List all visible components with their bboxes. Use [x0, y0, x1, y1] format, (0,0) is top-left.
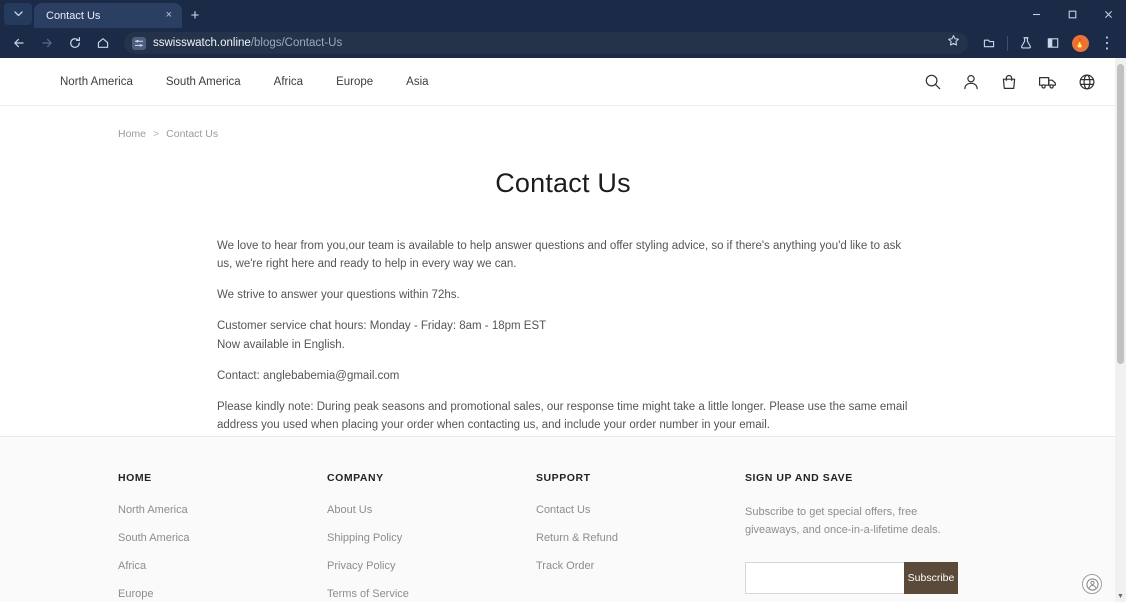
page-title: Contact Us — [495, 168, 631, 198]
reload-icon[interactable] — [62, 31, 88, 55]
primary-navigation: North America South America Africa Europ… — [60, 76, 429, 88]
nav-item-north-america[interactable]: North America — [60, 76, 133, 88]
window-minimize-button[interactable] — [1018, 0, 1054, 28]
shipping-truck-icon[interactable] — [1038, 73, 1058, 91]
chat-hours-line: Customer service chat hours: Monday - Fr… — [217, 320, 547, 333]
tab-close-icon[interactable]: × — [164, 10, 174, 21]
footer-link-track-order[interactable]: Track Order — [536, 560, 745, 572]
flask-icon[interactable] — [1013, 31, 1039, 55]
footer-link-about-us[interactable]: About Us — [327, 504, 536, 516]
footer-column-signup: SIGN UP AND SAVE Subscribe to get specia… — [745, 472, 1005, 602]
scrollbar-thumb[interactable] — [1117, 64, 1124, 364]
window-maximize-button[interactable] — [1054, 0, 1090, 28]
footer-link-south-america[interactable]: South America — [118, 532, 327, 544]
nav-item-south-america[interactable]: South America — [166, 76, 241, 88]
toolbar-right-actions: 🔥 ⋮ — [976, 31, 1120, 55]
back-icon[interactable] — [6, 31, 32, 55]
window-close-button[interactable] — [1090, 0, 1126, 28]
toolbar-divider — [1007, 35, 1008, 51]
page-viewport: North America South America Africa Europ… — [0, 58, 1126, 602]
browser-toolbar: sswisswatch.online/blogs/Contact-Us 🔥 ⋮ — [0, 28, 1126, 58]
footer-columns: HOME North America South America Africa … — [0, 472, 1115, 602]
newsletter-email-input[interactable] — [745, 561, 904, 594]
footer-link-shipping-policy[interactable]: Shipping Policy — [327, 532, 536, 544]
footer-link-contact-us[interactable]: Contact Us — [536, 504, 745, 516]
footer-link-africa[interactable]: Africa — [118, 560, 327, 572]
paragraph-intro: We love to hear from you,our team is ava… — [217, 240, 902, 271]
address-bar-url: sswisswatch.online/blogs/Contact-Us — [153, 37, 342, 49]
footer-heading-company: COMPANY — [327, 472, 384, 484]
profile-avatar-icon[interactable]: 🔥 — [1067, 31, 1093, 55]
breadcrumb: Home > Contact Us — [0, 106, 1126, 140]
breadcrumb-home-link[interactable]: Home — [118, 128, 146, 140]
bookmark-star-icon[interactable] — [947, 34, 960, 52]
footer-column-company: COMPANY About Us Shipping Policy Privacy… — [327, 472, 536, 602]
paragraph-response-time: We strive to answer your questions withi… — [217, 289, 460, 302]
site-settings-icon[interactable] — [132, 36, 146, 50]
nav-item-asia[interactable]: Asia — [406, 76, 428, 88]
site-footer: HOME North America South America Africa … — [0, 436, 1115, 602]
browser-menu-icon[interactable]: ⋮ — [1094, 31, 1120, 55]
browser-tab[interactable]: Contact Us × — [34, 3, 182, 28]
footer-link-europe[interactable]: Europe — [118, 588, 327, 600]
newsletter-form: Subscribe — [745, 561, 958, 594]
tab-strip: Contact Us × + — [0, 0, 1126, 28]
url-path: /blogs/Contact-Us — [250, 37, 343, 49]
window-controls — [1018, 0, 1126, 28]
footer-heading-support: SUPPORT — [536, 472, 591, 484]
breadcrumb-separator: > — [153, 128, 160, 140]
signup-heading: SIGN UP AND SAVE — [745, 472, 853, 484]
split-view-icon[interactable] — [1040, 31, 1066, 55]
nav-item-africa[interactable]: Africa — [274, 76, 303, 88]
header-icon-group — [924, 73, 1096, 91]
footer-link-return-refund[interactable]: Return & Refund — [536, 532, 745, 544]
forward-icon — [34, 31, 60, 55]
address-bar[interactable]: sswisswatch.online/blogs/Contact-Us — [124, 32, 968, 54]
tab-title: Contact Us — [46, 9, 101, 22]
footer-column-support: SUPPORT Contact Us Return & Refund Track… — [536, 472, 745, 602]
page-scrollbar[interactable]: ▼ — [1115, 58, 1126, 602]
new-tab-button[interactable]: + — [182, 3, 208, 27]
tab-group-icon[interactable] — [976, 31, 1002, 55]
signup-description: Subscribe to get special offers, free gi… — [745, 506, 941, 536]
paragraph-contact-email: Contact: anglebabemia@gmail.com — [217, 369, 400, 382]
footer-link-terms-of-service[interactable]: Terms of Service — [327, 588, 536, 600]
cart-icon[interactable] — [1000, 73, 1018, 91]
breadcrumb-current: Contact Us — [166, 128, 219, 140]
nav-item-europe[interactable]: Europe — [336, 76, 373, 88]
account-icon[interactable] — [962, 73, 980, 91]
support-chat-icon[interactable] — [1082, 574, 1102, 594]
home-icon[interactable] — [90, 31, 116, 55]
footer-link-privacy-policy[interactable]: Privacy Policy — [327, 560, 536, 572]
profile-flame-glyph: 🔥 — [1074, 37, 1086, 48]
subscribe-button[interactable]: Subscribe — [904, 561, 958, 594]
search-icon[interactable] — [924, 73, 942, 91]
footer-link-north-america[interactable]: North America — [118, 504, 327, 516]
footer-column-home: HOME North America South America Africa … — [118, 472, 327, 602]
site-header: North America South America Africa Europ… — [0, 58, 1126, 106]
footer-heading-home: HOME — [118, 472, 152, 484]
scrollbar-down-arrow-icon[interactable]: ▼ — [1115, 590, 1126, 602]
paragraph-peak-season-note: Please kindly note: During peak seasons … — [217, 400, 908, 432]
language-line: Now available in English. — [217, 338, 345, 351]
tab-search-chevron-down-icon[interactable] — [4, 3, 32, 25]
paragraph-chat-hours: Customer service chat hours: Monday - Fr… — [217, 317, 909, 353]
article-body: We love to hear from you,our team is ava… — [217, 237, 909, 434]
globe-language-icon[interactable] — [1078, 73, 1096, 91]
url-host: sswisswatch.online — [153, 37, 251, 49]
browser-window: Contact Us × + sswisswatch.online/blogs/… — [0, 0, 1126, 602]
